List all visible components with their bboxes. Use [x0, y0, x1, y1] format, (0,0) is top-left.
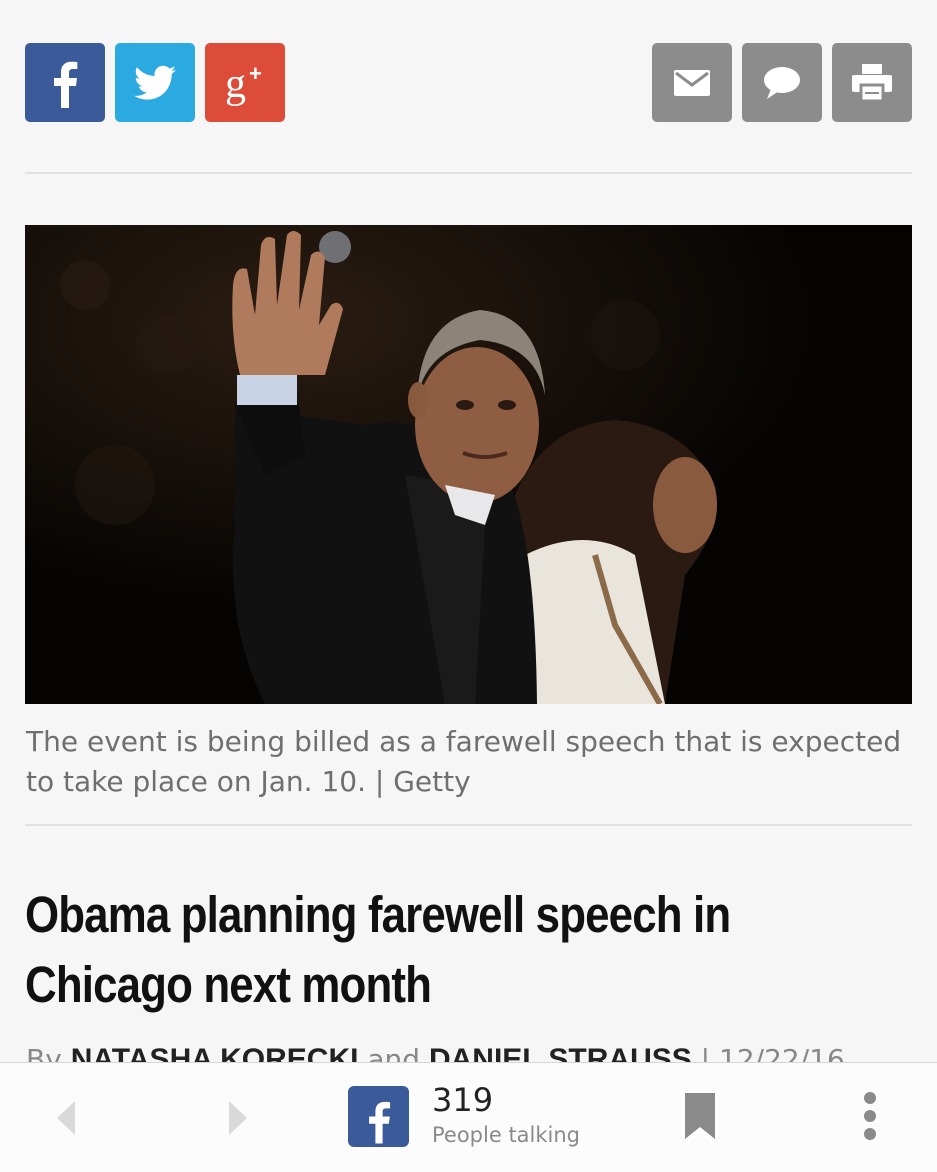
printer-icon: [852, 63, 892, 102]
author-link[interactable]: NATASHA KORECKI: [71, 1043, 359, 1062]
chevron-left-icon: [57, 1101, 75, 1135]
divider: [25, 824, 912, 826]
print-button[interactable]: [832, 43, 912, 122]
facebook-share-button[interactable]: [25, 43, 105, 122]
facebook-comments-button[interactable]: [348, 1086, 409, 1147]
bottom-toolbar: 319 People talking: [0, 1062, 937, 1172]
svg-text:g: g: [225, 61, 246, 107]
article-page: g + The event is being billed as a farew…: [0, 0, 937, 1172]
comment-button[interactable]: [742, 43, 822, 122]
talking-count: 319: [432, 1081, 494, 1119]
divider: [25, 172, 912, 174]
photo-caption: The event is being billed as a farewell …: [26, 725, 902, 798]
bookmark-button[interactable]: [683, 1093, 717, 1141]
article-headline: Obama planning farewell speech in Chicag…: [25, 886, 731, 1013]
twitter-bird-icon: [134, 65, 176, 100]
byline-and: and: [358, 1043, 429, 1062]
forward-button[interactable]: [222, 1093, 252, 1143]
speech-bubble-icon: [764, 66, 800, 99]
email-share-button[interactable]: [652, 43, 732, 122]
facebook-f-icon: [54, 61, 78, 108]
talking-label: People talking: [432, 1123, 581, 1147]
vertical-dots-icon: [864, 1092, 876, 1140]
chevron-right-icon: [229, 1101, 247, 1135]
byline: By NATASHA KORECKI and DANIEL STRAUSS | …: [26, 1040, 926, 1062]
byline-prefix: By: [26, 1043, 71, 1062]
envelope-icon: [674, 69, 710, 96]
back-button[interactable]: [52, 1093, 82, 1143]
google-plus-icon: g +: [225, 61, 262, 107]
google-plus-share-button[interactable]: g +: [205, 43, 285, 122]
author-link[interactable]: DANIEL STRAUSS: [429, 1043, 692, 1062]
more-options-button[interactable]: [855, 1091, 885, 1145]
svg-text:+: +: [249, 61, 262, 86]
facebook-f-icon: [368, 1101, 390, 1144]
byline-date: | 12/22/16: [691, 1043, 845, 1062]
bookmark-icon: [685, 1093, 715, 1139]
article-photo: [25, 225, 912, 704]
twitter-share-button[interactable]: [115, 43, 195, 122]
